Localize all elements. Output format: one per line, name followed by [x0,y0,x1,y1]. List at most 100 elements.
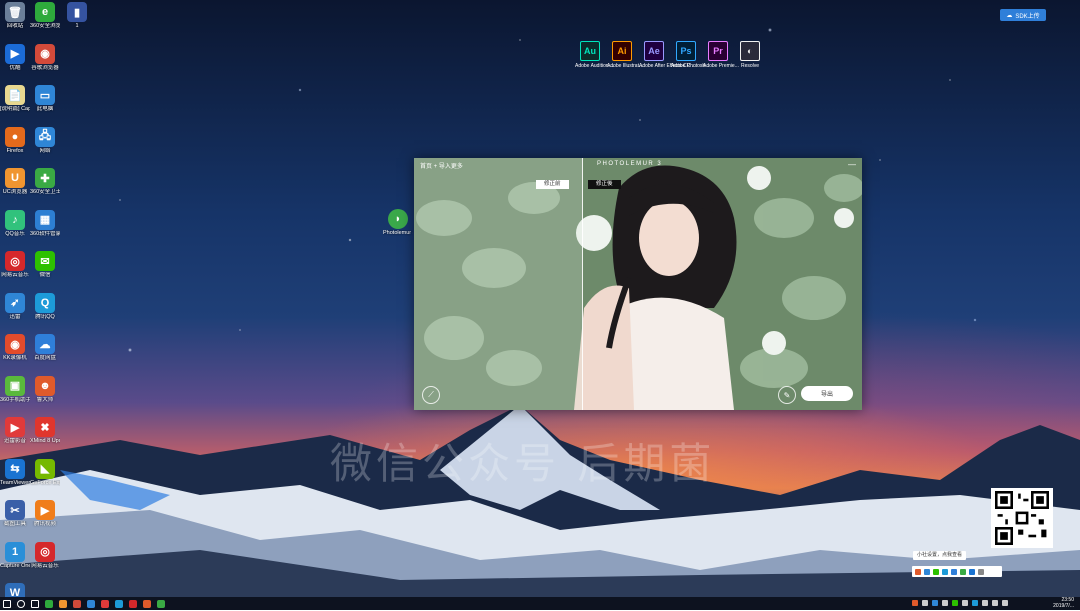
desktop-icon[interactable]: ✖XMind 8 Update 7 [30,417,60,445]
desktop-icon[interactable]: ▶ 腾讯视频 [30,500,60,528]
desktop-icon[interactable]: ✉ 微信 [30,251,60,279]
export-button[interactable]: 导出 [801,386,853,401]
taskbar-task-view-icon [31,599,39,608]
taskbar-app2-button[interactable] [56,597,70,610]
adobe-shortcut-label: Adobe Photosh... [671,63,710,69]
desktop-icon[interactable]: ☁ 百度网盘 [30,334,60,362]
compare-split-handle[interactable] [582,158,583,410]
tray-icon[interactable] [992,600,998,606]
desktop-icon-label: 360软件管家 [30,230,60,237]
desktop-icon[interactable]: ◣GeForce Experience [30,458,60,487]
adobe-shortcut[interactable]: Pr Adobe Premie... [703,41,739,69]
desktop-icon[interactable]: ▣ 360手机助手 [0,375,30,404]
adobe-shortcut[interactable]: Ps Adobe Photosh... [671,41,710,69]
qr-pattern [995,491,1049,545]
desktop-icon[interactable]: e360安全浏览器 [30,2,60,30]
tray-app-icon[interactable] [951,568,957,575]
tray-icon[interactable] [1002,600,1008,606]
desktop-icon[interactable]: ⇆TeamViewer 14 [0,458,30,487]
desktop-icon[interactable]: ◎ 网易云音乐 [0,251,30,279]
desktop-icon[interactable]: ▶ 迅雷影音 [0,417,30,445]
desktop-icon[interactable]: U UC浏览器 [0,168,30,196]
taskbar-app6-button[interactable] [112,597,126,610]
brush-icon[interactable]: ✎ [778,386,796,404]
slider-icon[interactable]: ⟋ [422,386,440,404]
desktop-icon[interactable]: Q 腾讯QQ [30,292,60,321]
adobe-shortcut[interactable]: Au Adobe Audition ... [575,41,614,69]
taskbar-clock[interactable]: 23:50 2019/7/... [1053,597,1074,609]
desktop-icon-label: 网络 [39,147,51,154]
tray-icon[interactable] [982,600,988,606]
desktop-icon[interactable]: ◉ 谷歌浏览器 [30,43,60,72]
adobe-shortcut[interactable]: Ae Adobe After Effects CC ... [639,41,696,69]
app-icon: ● [5,126,25,147]
desktop-icon-label: 微信 [39,272,51,278]
app-icon: 🗑 [5,2,25,22]
desktop-icon[interactable]: ● Firefox [0,126,30,155]
tray-app-icon[interactable] [924,568,930,575]
desktop-icon[interactable]: ✂ 截图工具 [0,500,30,528]
desktop-icon[interactable]: ☻ 鲁大师 [30,375,60,404]
tray-icon[interactable] [912,600,918,606]
tray-app-icon[interactable] [942,568,948,575]
tray-app-icon[interactable] [978,568,984,575]
taskbar-app4-icon [87,599,95,608]
minimize-button[interactable]: — [848,160,856,169]
desktop-icon[interactable]: 1Capture One 12 [0,541,30,570]
app-icon: ♪ [5,209,25,230]
tray-app-icon[interactable] [960,568,966,575]
taskbar-search-icon [17,599,25,608]
app-icon: 🖧 [35,126,55,147]
desktop-icon[interactable]: ◉ KK录像机 [0,334,30,362]
desktop-icon-label: 迅雷 [9,313,21,320]
desktop-icon[interactable]: ➶ 迅雷 [0,292,30,321]
desktop-icon[interactable]: ✚ 360安全卫士 [30,168,60,196]
desktop-icon[interactable]: ▭ 此电脑 [30,85,60,113]
desktop-icon[interactable]: ▮ 1 [62,2,92,30]
tray-icon[interactable] [922,600,928,606]
tray-app-icon[interactable] [969,568,975,575]
desktop-icon-label: 迅雷影音 [3,438,26,444]
adobe-shortcut[interactable]: Ai Adobe Illustrat... [607,41,643,69]
desktop-icon[interactable]: 📄[说明篇] Capture ... [0,85,30,113]
taskbar-search-button[interactable] [14,597,28,610]
tray-app-icon[interactable] [915,568,921,575]
desktop-icon-label: TeamViewer 14 [0,479,30,486]
taskbar-app1-button[interactable] [42,597,56,610]
tray-icon[interactable] [962,600,968,606]
desktop-icon[interactable]: ◎ 网易云音乐 [30,541,60,570]
cloud-upload-button[interactable]: ☁ SDK上传 [1000,9,1046,21]
desktop-icon[interactable]: ▦ 360软件管家 [30,209,60,238]
taskbar-app5-button[interactable] [98,597,112,610]
taskbar-app9-button[interactable] [154,597,168,610]
tray-icon[interactable] [972,600,978,606]
tray-icon[interactable] [942,600,948,606]
taskbar-start-button[interactable] [0,597,14,610]
photolemur-shortcut[interactable]: ◗ Photolemur 3 [383,209,413,237]
taskbar-app3-button[interactable] [70,597,84,610]
adobe-app-icon: Ps [676,41,696,61]
desktop-icon[interactable]: 🗑 回收站 [0,2,30,30]
import-more-link[interactable]: 首页 + 导入更多 [420,161,463,170]
desktop-icon-label: 优酷 [9,64,21,71]
taskbar-app7-button[interactable] [126,597,140,610]
desktop-icon-label: KK录像机 [3,355,27,361]
taskbar-app8-button[interactable] [140,597,154,610]
desktop-icon[interactable]: ▶ 优酷 [0,43,30,72]
desktop-icon[interactable]: ♪ QQ音乐 [0,209,30,238]
app-icon: ▶ [5,417,25,437]
app-icon: ◣ [35,458,55,479]
adobe-shortcut-label: Resolve [740,63,760,69]
photolemur-shortcut-label: Photolemur 3 [383,230,413,236]
app-icon: ✖ [35,417,55,437]
tray-icon[interactable] [932,600,938,606]
tray-icon[interactable] [952,600,958,606]
taskbar-app4-button[interactable] [84,597,98,610]
adobe-shortcut[interactable]: ◐ Resolve [735,41,765,69]
taskbar-task-view-button[interactable] [28,597,42,610]
desktop-icon-label: Capture One 12 [0,562,30,569]
desktop-icon[interactable]: 🖧 网络 [30,126,60,155]
tray-app-icon[interactable] [933,568,939,575]
app-icon: ✉ [35,251,55,271]
adobe-shortcut-label: Adobe Premie... [703,63,739,69]
